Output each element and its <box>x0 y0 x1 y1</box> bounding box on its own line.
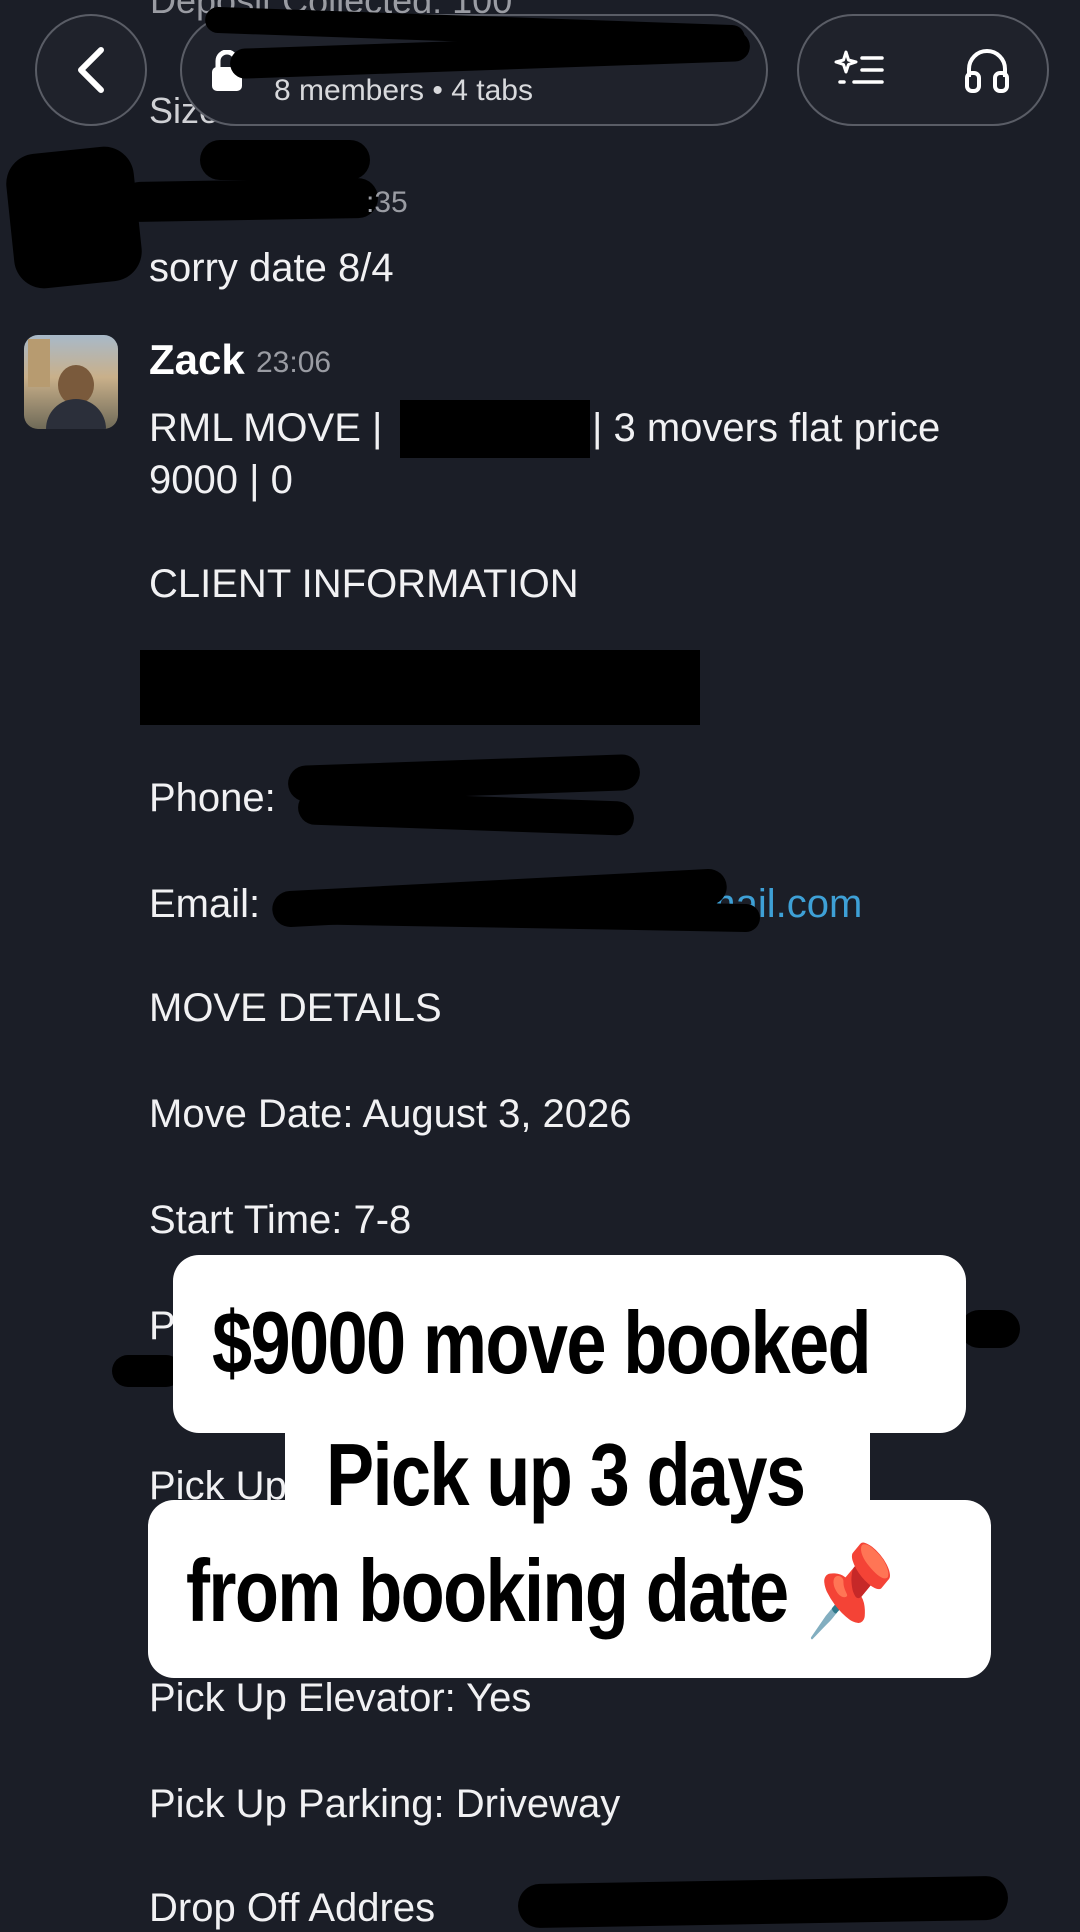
header-actions <box>797 14 1049 126</box>
pickup-parking-text: Pick Up Parking: Driveway <box>149 1782 621 1826</box>
prev-message-time: :35 <box>366 186 408 219</box>
huddle-button[interactable] <box>947 30 1027 110</box>
message-line1-a: RML MOVE | <box>149 406 383 450</box>
back-chevron-icon <box>78 47 104 93</box>
ai-summary-button[interactable] <box>819 30 899 110</box>
redaction-scribble <box>119 177 379 223</box>
email-label: Email: <box>149 882 261 926</box>
message-line1-b: | 3 movers flat price <box>592 406 941 450</box>
redaction-scribble <box>297 790 635 836</box>
redaction-box <box>400 400 590 458</box>
redaction-scribble <box>960 1310 1020 1348</box>
caption-line3: from booking date 📌 <box>186 1541 896 1640</box>
message-line2: 9000 | 0 <box>149 458 293 502</box>
dropoff-address-text: Drop Off Addres <box>149 1886 436 1930</box>
move-date-text: Move Date: August 3, 2026 <box>149 1092 632 1136</box>
client-information-heading: CLIENT INFORMATION <box>149 562 579 606</box>
headphones-icon <box>965 49 1009 93</box>
redaction-scribble <box>3 143 145 292</box>
author-name[interactable]: Zack <box>149 336 245 384</box>
back-button[interactable] <box>35 14 147 126</box>
redaction-box <box>140 650 700 725</box>
phone-label: Phone: <box>149 776 276 820</box>
start-time-text: Start Time: 7-8 <box>149 1198 412 1242</box>
redaction-scribble <box>112 1355 182 1387</box>
channel-subtitle: 8 members • 4 tabs <box>274 74 533 107</box>
sparkle-list-icon <box>834 50 884 84</box>
caption-line2: Pick up 3 days <box>326 1425 806 1524</box>
caption-line1: $9000 move booked <box>212 1293 872 1392</box>
move-details-heading: MOVE DETAILS <box>149 986 442 1030</box>
pickup-address-partial: P <box>149 1304 176 1348</box>
redaction-scribble <box>200 140 370 180</box>
redaction-scribble <box>517 1875 1009 1929</box>
pickup-elevator-text: Pick Up Elevator: Yes <box>149 1676 532 1720</box>
message-time: 23:06 <box>256 346 332 379</box>
avatar[interactable] <box>24 335 118 429</box>
prev-message-text: sorry date 8/4 <box>149 246 394 290</box>
